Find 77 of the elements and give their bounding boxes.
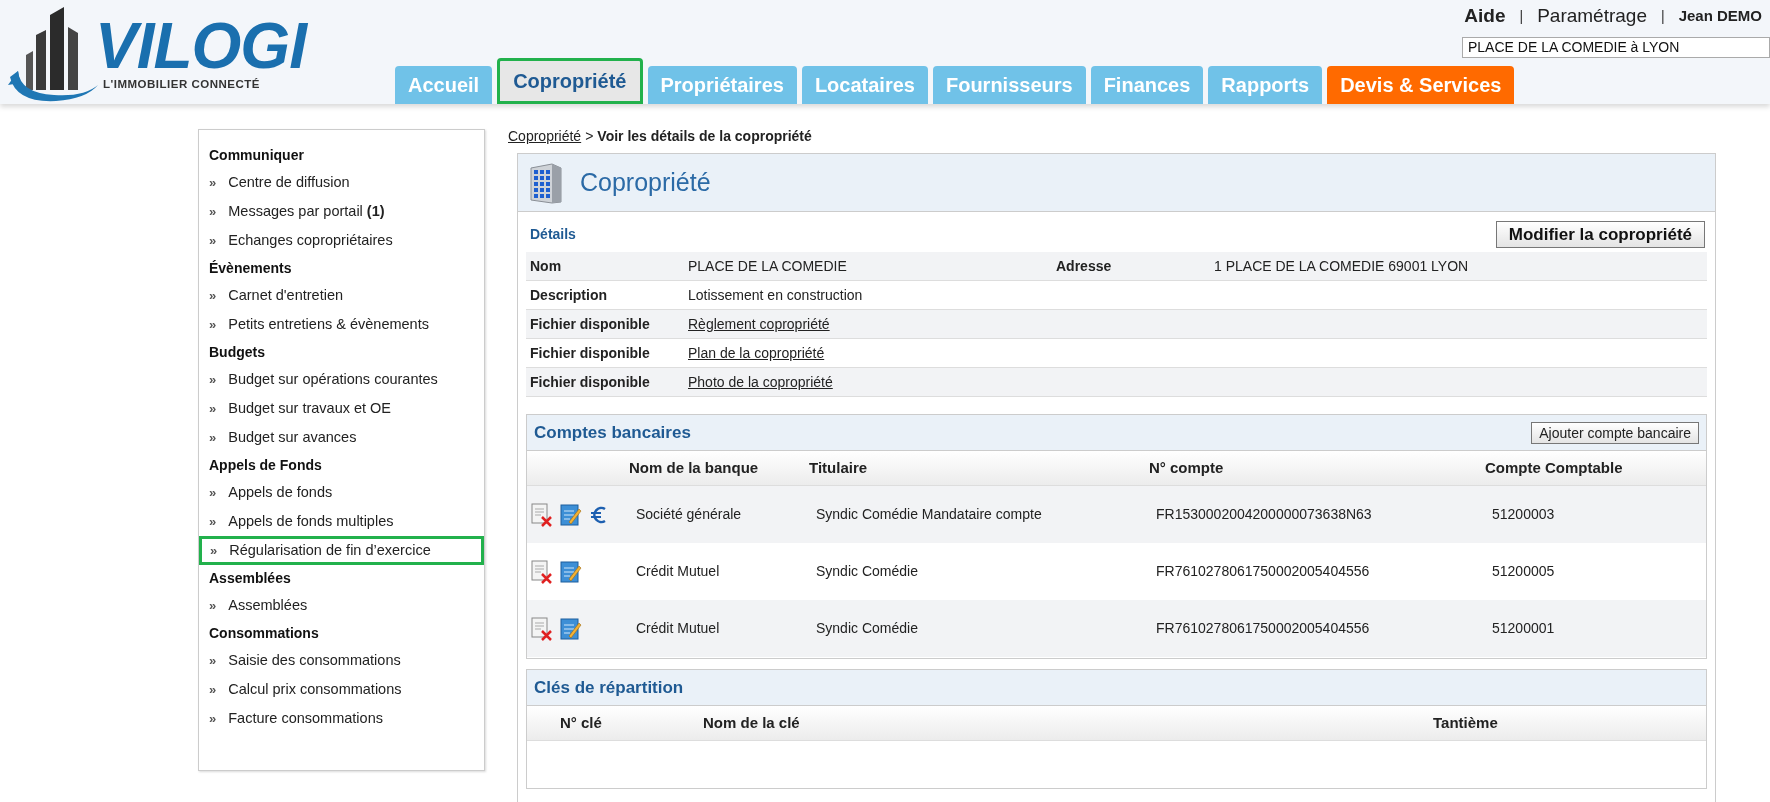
search-field[interactable]: PLACE DE LA COMEDIE à LYON xyxy=(1462,36,1770,58)
detail-label: Fichier disponible xyxy=(530,372,651,392)
edit-notepad-icon[interactable] xyxy=(560,616,582,641)
sidebar-heading: Appels de Fonds xyxy=(209,455,323,475)
section-title: Clés de répartition xyxy=(534,676,684,699)
detail-label: Fichier disponible xyxy=(530,343,651,363)
detail-label: Fichier disponible xyxy=(530,314,651,334)
delete-document-icon[interactable] xyxy=(531,502,553,527)
section-title: Détails xyxy=(529,224,576,244)
sidebar-item[interactable]: » Centre de diffusion xyxy=(209,168,474,197)
sidebar-heading: Évènements xyxy=(209,258,293,278)
detail-label: Description xyxy=(530,285,608,305)
edit-notepad-icon[interactable] xyxy=(560,502,582,527)
sidebar-item[interactable]: » Régularisation de fin d’exercice xyxy=(199,536,484,565)
detail-value: Lotissement en construction xyxy=(688,285,864,305)
sidebar-item[interactable]: » Saisie des consommations xyxy=(209,646,474,675)
sidebar-item[interactable]: » Facture consommations xyxy=(209,704,474,733)
breadcrumb-link[interactable]: Copropriété xyxy=(508,125,582,147)
column-header: N° compte xyxy=(1148,457,1225,478)
table-cell-text: Crédit Mutuel xyxy=(635,562,721,581)
detail-label: Adresse xyxy=(1056,256,1113,276)
delete-document-icon[interactable] xyxy=(531,616,553,641)
table-cell-text: 51200003 xyxy=(1491,505,1556,524)
table-cell-text: FR7610278061750002005404556 xyxy=(1155,619,1371,638)
file-link[interactable]: Règlement copropriété xyxy=(688,313,830,335)
table-cell-text: Syndic Comédie xyxy=(815,619,919,638)
settings-link[interactable]: Paramétrage xyxy=(1537,2,1647,31)
sidebar-heading: Assemblées xyxy=(209,568,292,588)
sidebar-heading: Communiquer xyxy=(209,145,305,165)
detail-value: 1 PLACE DE LA COMEDIE 69001 LYON xyxy=(1214,256,1470,276)
user-link[interactable]: Jean DEMO xyxy=(1678,5,1762,28)
column-header: N° clé xyxy=(559,712,603,733)
separator-text: | xyxy=(1661,6,1665,26)
sidebar-heading: Budgets xyxy=(209,342,266,362)
sidebar-item[interactable]: » Appels de fonds multiples xyxy=(209,507,474,536)
edit-button[interactable]: Modifier la copropriété xyxy=(1495,220,1705,248)
table-cell-text: Syndic Comédie xyxy=(815,562,919,581)
column-header: Compte Comptable xyxy=(1484,457,1624,478)
help-link[interactable]: Aide xyxy=(1464,2,1506,31)
logo-wordmark: VILOGI xyxy=(95,16,306,77)
table-cell-text: Société générale xyxy=(635,505,743,524)
delete-document-icon[interactable] xyxy=(531,559,553,584)
logo-tagline: L'IMMOBILIER CONNECTÉ xyxy=(102,77,261,93)
detail-value: PLACE DE LA COMEDIE xyxy=(688,256,848,276)
breadcrumb-separator: > xyxy=(585,126,594,146)
table-cell-text: 51200005 xyxy=(1491,562,1556,581)
panel-title: Copropriété xyxy=(580,166,711,198)
building-icon xyxy=(528,161,564,204)
section-title: Comptes bancaires xyxy=(534,421,691,444)
edit-notepad-icon[interactable] xyxy=(560,559,582,584)
sidebar-item[interactable]: » Carnet d'entretien xyxy=(209,281,474,310)
file-link[interactable]: Photo de la copropriété xyxy=(688,371,833,393)
sidebar-item[interactable]: » Appels de fonds xyxy=(209,478,474,507)
sidebar-heading: Consommations xyxy=(209,623,320,643)
column-header: Nom de la banque xyxy=(628,457,760,478)
table-cell-text: FR1530002004200000073638N63 xyxy=(1155,505,1373,524)
column-header: Titulaire xyxy=(808,457,869,478)
sidebar-item[interactable]: » Echanges copropriétaires xyxy=(209,226,474,255)
column-header: Tantième xyxy=(1432,712,1499,733)
sidebar-item[interactable]: » Assemblées xyxy=(209,591,474,620)
sidebar-item[interactable]: » Calcul prix consommations xyxy=(209,675,474,704)
table-cell-text: 51200001 xyxy=(1491,619,1556,638)
table-cell-text: FR7610278061750002005404556 xyxy=(1155,562,1371,581)
column-header: Nom de la clé xyxy=(702,712,801,733)
table-cell-text: Crédit Mutuel xyxy=(635,619,721,638)
sidebar-item[interactable]: » Budget sur opérations courantes xyxy=(209,365,474,394)
table-cell-text: Syndic Comédie Mandataire compte xyxy=(815,505,1043,524)
file-link[interactable]: Plan de la copropriété xyxy=(688,342,825,364)
sidebar-item[interactable]: » Budget sur travaux et OE xyxy=(209,394,474,423)
add-bank-account-button[interactable]: Ajouter compte bancaire xyxy=(1531,421,1699,444)
breadcrumb-current: Voir les détails de la copropriété xyxy=(597,126,812,146)
nav-tab[interactable]: Copropriété xyxy=(497,58,643,104)
sidebar-item[interactable]: » Messages par portail (1) xyxy=(209,197,474,226)
sidebar-item[interactable]: » Petits entretiens & évènements xyxy=(209,310,474,339)
sidebar-item[interactable]: » Budget sur avances xyxy=(209,423,474,452)
detail-label: Nom xyxy=(530,256,563,276)
separator-text: | xyxy=(1519,6,1524,26)
